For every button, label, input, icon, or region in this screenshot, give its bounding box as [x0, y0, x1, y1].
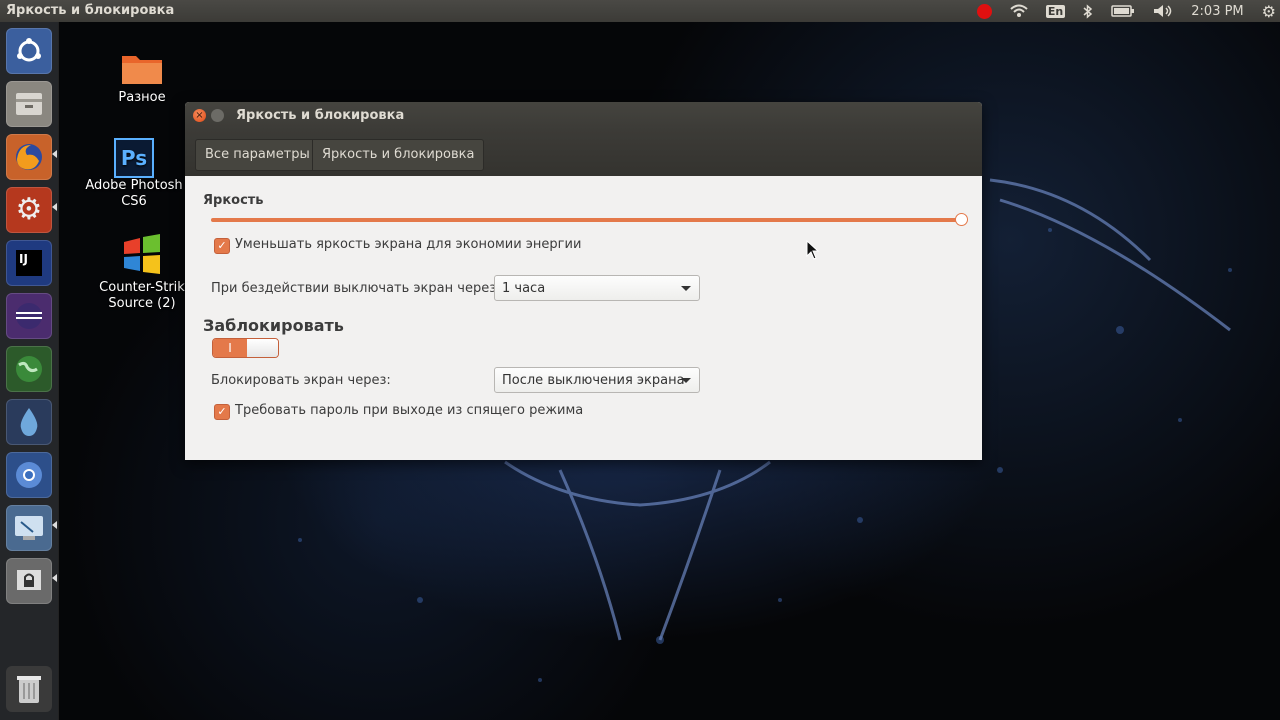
ubuntu-dash-icon[interactable] [6, 28, 52, 74]
record-indicator-icon[interactable] [976, 3, 992, 19]
clock[interactable]: 2:03 PM [1191, 4, 1243, 19]
desktop-icon-label: Разное [118, 90, 166, 105]
eclipse-icon[interactable] [6, 293, 52, 339]
settings-toolbar: Все параметры Яркость и блокировка [185, 130, 982, 176]
chevron-down-icon [681, 286, 691, 291]
brightness-slider-track[interactable] [211, 218, 961, 222]
network-globe-icon[interactable] [6, 346, 52, 392]
photoshop-icon: Ps [114, 138, 154, 178]
dim-screen-label: Уменьшать яркость экрана для экономии эн… [235, 237, 582, 252]
bluetooth-icon[interactable] [1083, 3, 1093, 19]
battery-icon[interactable] [1111, 5, 1135, 17]
files-icon[interactable] [6, 81, 52, 127]
lock-heading: Заблокировать [203, 316, 344, 335]
mouse-cursor-icon [806, 240, 820, 260]
desktop-icon-label: Counter-Strik [99, 280, 185, 295]
active-app-title: Яркость и блокировка [6, 3, 175, 18]
chevron-down-icon [681, 378, 691, 383]
desktop-icon-photoshop[interactable]: Ps Adobe Photosh CS6 [79, 138, 189, 210]
trash-icon[interactable] [6, 666, 52, 712]
minimize-icon[interactable] [211, 109, 224, 122]
idle-off-dropdown[interactable]: 1 часа [494, 275, 700, 301]
launcher: ⚙ IJ [0, 22, 59, 720]
desktop-icon-label: CS6 [121, 194, 147, 209]
brightness-heading: Яркость [203, 193, 264, 208]
gear-icon[interactable]: ⚙ [1262, 2, 1276, 21]
toggle-handle [247, 339, 278, 357]
desktop-icon-folder[interactable]: Разное [87, 50, 197, 106]
intellij-idea-icon[interactable]: IJ [6, 240, 52, 286]
dim-screen-checkbox[interactable]: ✓ [214, 238, 230, 254]
toggle-on-indicator: I [213, 339, 247, 357]
system-settings-icon[interactable]: ⚙ [6, 187, 52, 233]
brightness-lock-window: × Яркость и блокировка Все параметры Ярк… [185, 102, 982, 460]
lock-after-value: После выключения экрана [502, 373, 685, 388]
lock-screen-icon[interactable] [6, 558, 52, 604]
window-title: Яркость и блокировка [236, 108, 405, 123]
lock-after-label: Блокировать экран через: [211, 373, 391, 388]
system-tray: En 2:03 PM ⚙ [968, 0, 1280, 22]
lock-after-dropdown[interactable]: После выключения экрана [494, 367, 700, 393]
top-panel: Яркость и блокировка En 2:03 PM ⚙ [0, 0, 1280, 22]
desktop-icon-label: Source (2) [108, 296, 176, 311]
window-titlebar[interactable]: × Яркость и блокировка [185, 102, 982, 130]
firefox-icon[interactable] [6, 134, 52, 180]
volume-icon[interactable] [1153, 4, 1173, 18]
screen-capture-icon[interactable] [6, 505, 52, 551]
wifi-icon[interactable] [1010, 4, 1028, 18]
breadcrumb-brightness-lock[interactable]: Яркость и блокировка [312, 139, 485, 171]
chromium-icon[interactable] [6, 452, 52, 498]
brightness-slider-handle[interactable] [955, 213, 968, 226]
windows-icon [124, 234, 160, 274]
desktop-icon-label: Adobe Photosh [85, 178, 183, 193]
close-icon[interactable]: × [193, 109, 206, 122]
folder-icon [122, 56, 162, 84]
desktop-icon-counter-strike[interactable]: Counter-Strik Source (2) [87, 234, 197, 312]
keyboard-layout-indicator[interactable]: En [1045, 4, 1066, 18]
require-password-checkbox[interactable]: ✓ [214, 404, 230, 420]
breadcrumb-all-settings[interactable]: Все параметры [195, 139, 320, 171]
water-drop-icon[interactable] [6, 399, 52, 445]
require-password-label: Требовать пароль при выходе из спящего р… [235, 403, 584, 418]
idle-off-value: 1 часа [502, 281, 546, 296]
lock-toggle-switch[interactable]: I [212, 338, 279, 358]
idle-off-label: При бездействии выключать экран через: [211, 281, 501, 296]
